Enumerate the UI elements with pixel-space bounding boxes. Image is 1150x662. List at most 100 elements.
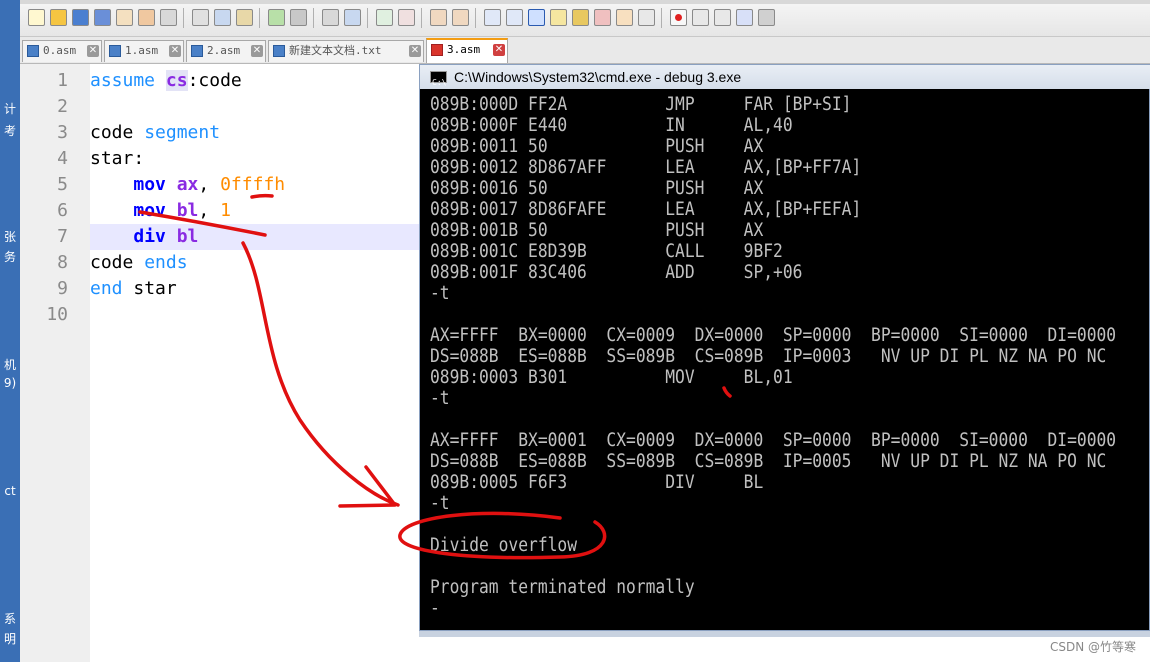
user-language-icon[interactable] <box>550 9 567 26</box>
line-number: 1 <box>57 70 68 91</box>
record-macro-icon[interactable] <box>670 9 687 26</box>
code-line: assume cs:code <box>90 70 242 91</box>
tab-label: 2.asm <box>207 44 241 57</box>
find-icon[interactable] <box>322 9 339 26</box>
console-line: 089B:0012 8D867AFF LEA AX,[BP+FF7A] <box>430 157 862 178</box>
code-line: code ends <box>90 252 188 273</box>
close-icon[interactable]: ✕ <box>493 44 505 56</box>
line-number: 2 <box>57 96 68 117</box>
cmd-title-bar[interactable]: C:\ C:\Windows\System32\cmd.exe - debug … <box>420 65 1150 89</box>
save-icon[interactable] <box>72 9 89 26</box>
desktop-fragment: 张 <box>3 230 16 244</box>
new-file-icon[interactable] <box>28 9 45 26</box>
sync-vertical-icon[interactable] <box>430 9 447 26</box>
code-line: mov ax, 0ffffh <box>133 174 286 195</box>
console-line: DS=088B ES=088B SS=089B CS=089B IP=0005 … <box>430 451 1107 472</box>
desktop-fragment: 明 <box>3 632 16 646</box>
tab-label: 1.asm <box>125 44 159 57</box>
tab-2-asm[interactable]: 2.asm ✕ <box>186 40 266 62</box>
save-all-icon[interactable] <box>94 9 111 26</box>
zoom-in-icon[interactable] <box>376 9 393 26</box>
replace-icon[interactable] <box>344 9 361 26</box>
save-macro-icon[interactable] <box>758 9 775 26</box>
tab-0-asm[interactable]: 0.asm ✕ <box>22 40 102 62</box>
code-line: star: <box>90 148 145 169</box>
file-icon <box>109 45 121 57</box>
stop-macro-icon[interactable] <box>692 9 709 26</box>
code-editor[interactable]: assume cs:code code segment star: mov ax… <box>90 64 420 662</box>
sync-horizontal-icon[interactable] <box>452 9 469 26</box>
close-all-icon[interactable] <box>138 9 155 26</box>
folder-workspace-icon[interactable] <box>616 9 633 26</box>
line-number: 5 <box>57 174 68 195</box>
close-icon[interactable]: ✕ <box>251 45 263 57</box>
close-file-icon[interactable] <box>116 9 133 26</box>
desktop-fragment: 机 <box>3 358 16 372</box>
cmd-icon: C:\ <box>430 71 447 87</box>
desktop-fragment: 考 <box>3 124 16 138</box>
tab-1-asm[interactable]: 1.asm ✕ <box>104 40 184 62</box>
function-list-icon[interactable] <box>594 9 611 26</box>
cmd-bottom-edge <box>419 631 1150 637</box>
console-line: -t <box>430 283 450 304</box>
tab-label: 0.asm <box>43 44 77 57</box>
desktop-fragment: 务 <box>3 250 16 264</box>
code-line: end star <box>90 278 177 299</box>
indent-guide-icon[interactable] <box>528 9 545 26</box>
document-map-icon[interactable] <box>572 9 589 26</box>
console-line: Program terminated normally <box>430 577 695 598</box>
line-number: 3 <box>57 122 68 143</box>
zoom-out-icon[interactable] <box>398 9 415 26</box>
watermark: CSDN @竹等寒 <box>1049 640 1136 654</box>
monitoring-eye-icon[interactable] <box>638 9 655 26</box>
console-line: -t <box>430 388 450 409</box>
word-wrap-icon[interactable] <box>484 9 501 26</box>
file-icon <box>27 45 39 57</box>
line-number: 10 <box>46 304 68 325</box>
redo-icon[interactable] <box>290 9 307 26</box>
console-line: - <box>430 598 440 619</box>
desktop-fragment: ct <box>4 484 16 498</box>
code-line-current: div bl <box>90 224 420 250</box>
desktop-fragment: 计 <box>3 102 16 116</box>
console-line: 089B:0017 8D86FAFE LEA AX,[BP+FEFA] <box>430 199 862 220</box>
console-line: Divide overflow <box>430 535 578 556</box>
cmd-console-output: 089B:000D FF2A JMP FAR [BP+SI] 089B:000F … <box>430 94 1150 624</box>
console-line: DS=088B ES=088B SS=089B CS=089B IP=0003 … <box>430 346 1107 367</box>
console-line: 089B:001F 83C406 ADD SP,+06 <box>430 262 803 283</box>
line-number-gutter: 1 2 3 4 5 6 7 8 9 10 <box>20 64 91 662</box>
code-line: mov bl, 1 <box>133 200 231 221</box>
paste-icon[interactable] <box>236 9 253 26</box>
console-line: 089B:0016 50 PUSH AX <box>430 178 764 199</box>
desktop-fragment: 系 <box>3 612 16 626</box>
console-line: -t <box>430 493 450 514</box>
console-line: 089B:000D FF2A JMP FAR [BP+SI] <box>430 94 852 115</box>
desktop-left-strip: 计 考 张 务 机 9) ct 系 明 <box>0 0 20 662</box>
cut-icon[interactable] <box>192 9 209 26</box>
show-all-chars-icon[interactable] <box>506 9 523 26</box>
open-folder-icon[interactable] <box>50 9 67 26</box>
cmd-title-text: C:\Windows\System32\cmd.exe - debug 3.ex… <box>454 69 742 85</box>
desktop-fragment: 9) <box>3 376 17 390</box>
file-icon <box>273 45 285 57</box>
tab-new-text-document[interactable]: 新建文本文档.txt ✕ <box>268 40 424 62</box>
play-macro-icon[interactable] <box>714 9 731 26</box>
console-line: 089B:001C E8D39B CALL 9BF2 <box>430 241 783 262</box>
file-icon <box>431 44 443 56</box>
close-icon[interactable]: ✕ <box>87 45 99 57</box>
cmd-window[interactable]: C:\ C:\Windows\System32\cmd.exe - debug … <box>419 64 1150 631</box>
tab-3-asm[interactable]: 3.asm ✕ <box>426 38 508 63</box>
close-icon[interactable]: ✕ <box>409 45 421 57</box>
console-line: 089B:001B 50 PUSH AX <box>430 220 764 241</box>
copy-icon[interactable] <box>214 9 231 26</box>
line-number: 8 <box>57 252 68 273</box>
close-icon[interactable]: ✕ <box>169 45 181 57</box>
tab-label: 3.asm <box>447 43 481 56</box>
run-macro-multiple-icon[interactable] <box>736 9 753 26</box>
console-line: 089B:0005 F6F3 DIV BL <box>430 472 764 493</box>
console-line: AX=FFFF BX=0001 CX=0009 DX=0000 SP=0000 … <box>430 430 1117 451</box>
file-icon <box>191 45 203 57</box>
print-icon[interactable] <box>160 9 177 26</box>
console-line: 089B:000F E440 IN AL,40 <box>430 115 793 136</box>
undo-icon[interactable] <box>268 9 285 26</box>
